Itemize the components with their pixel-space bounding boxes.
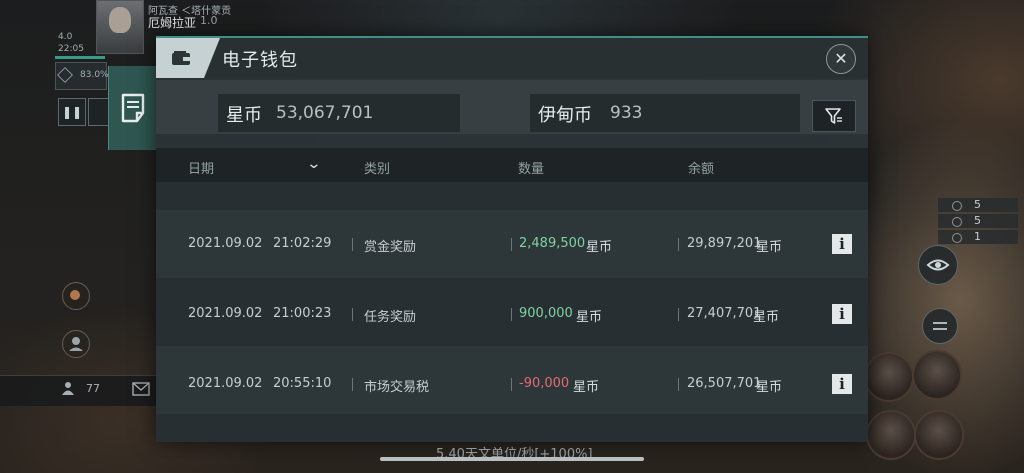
pause-button[interactable]: ❚❚ bbox=[58, 98, 86, 126]
people-icon bbox=[62, 382, 74, 395]
column-balance[interactable]: 余额 bbox=[688, 158, 714, 177]
row-time: 21:00:23 bbox=[273, 306, 332, 321]
separator bbox=[678, 378, 679, 391]
table-row-spacer bbox=[156, 182, 868, 210]
row-date: 2021.09.02 bbox=[188, 236, 263, 251]
camera-button[interactable] bbox=[88, 98, 110, 126]
stat-row: 5 bbox=[938, 214, 1018, 228]
stat-icon bbox=[952, 201, 962, 211]
row-amount-unit: 星币 bbox=[576, 310, 603, 325]
eye-icon bbox=[926, 259, 950, 271]
row-balance: 27,407,701 bbox=[687, 306, 762, 321]
close-button[interactable]: ✕ bbox=[826, 44, 856, 74]
clock: 22:05 bbox=[58, 44, 84, 54]
column-date[interactable]: 日期 bbox=[188, 158, 214, 177]
wallet-log-button[interactable] bbox=[108, 66, 157, 150]
column-amount[interactable]: 数量 bbox=[518, 158, 544, 177]
row-amount: 900,000 bbox=[519, 306, 573, 321]
notes-icon bbox=[121, 93, 145, 123]
plex-value: 933 bbox=[610, 103, 643, 123]
isk-balance: 星币 53,067,701 bbox=[218, 94, 460, 132]
table-row[interactable]: 2021.09.02 20:55:10 市场交易税 -90,000 星币 26,… bbox=[156, 346, 868, 414]
row-balance-unit: 星币 bbox=[753, 310, 780, 325]
stat-value: 1 bbox=[974, 230, 981, 243]
security-status: 1.0 bbox=[200, 14, 218, 27]
row-balance-unit: 星币 bbox=[756, 380, 783, 395]
module-slot[interactable] bbox=[864, 352, 914, 402]
progress-bar bbox=[55, 56, 105, 59]
mail-icon[interactable] bbox=[132, 382, 150, 396]
stat-row: 1 bbox=[938, 230, 1018, 244]
title-bar: 电子钱包 ✕ bbox=[156, 38, 868, 78]
isk-value: 53,067,701 bbox=[276, 103, 374, 123]
people-count: 77 bbox=[86, 382, 100, 395]
stat-icon bbox=[952, 233, 962, 243]
table-row[interactable]: 2021.09.02 21:00:23 任务奖励 900,000 星币 27,4… bbox=[156, 278, 868, 346]
row-category: 市场交易税 bbox=[364, 380, 430, 395]
pilot-button[interactable] bbox=[62, 330, 90, 358]
stat-value: 5 bbox=[974, 198, 981, 211]
separator bbox=[511, 308, 512, 321]
info-icon[interactable]: i bbox=[832, 374, 852, 394]
window-title: 电子钱包 bbox=[222, 50, 298, 71]
row-amount: 2,489,500 bbox=[519, 236, 586, 251]
separator bbox=[352, 308, 353, 321]
separator bbox=[511, 238, 512, 251]
row-amount-unit: 星币 bbox=[573, 380, 600, 395]
stat-value: 5 bbox=[974, 214, 981, 227]
row-category: 任务奖励 bbox=[364, 310, 417, 325]
separator bbox=[511, 378, 512, 391]
row-time: 21:02:29 bbox=[273, 236, 332, 251]
separator bbox=[352, 238, 353, 251]
row-date: 2021.09.02 bbox=[188, 376, 263, 391]
row-balance-unit: 星币 bbox=[756, 240, 783, 255]
separator bbox=[352, 378, 353, 391]
title-tab bbox=[156, 38, 220, 78]
plex-balance: 伊甸币 933 bbox=[530, 94, 800, 132]
module-slot[interactable] bbox=[866, 410, 916, 460]
separator bbox=[678, 308, 679, 321]
row-category: 赏金奖励 bbox=[364, 240, 417, 255]
tag-value: 4.0 bbox=[58, 32, 73, 42]
person-icon bbox=[69, 337, 83, 351]
module-slot[interactable] bbox=[912, 350, 962, 400]
row-balance: 26,507,701 bbox=[687, 376, 762, 391]
table-row[interactable]: 2021.09.02 21:02:29 赏金奖励 2,489,500 星币 29… bbox=[156, 210, 868, 278]
filter-button[interactable] bbox=[812, 100, 856, 132]
stat-row: 5 bbox=[938, 198, 1018, 212]
info-icon[interactable]: i bbox=[832, 304, 852, 324]
stat-icon bbox=[952, 217, 962, 227]
column-category[interactable]: 类别 bbox=[364, 158, 390, 177]
balance-bar: 星币 53,067,701 伊甸币 933 bbox=[156, 80, 868, 134]
pilot-portrait[interactable] bbox=[96, 0, 144, 54]
table-header: 日期 ⌄ 类别 数量 余额 bbox=[156, 148, 868, 182]
wallet-icon bbox=[172, 51, 190, 65]
swap-button[interactable] bbox=[922, 308, 958, 344]
row-balance: 29,897,201 bbox=[687, 236, 762, 251]
chevron-down-icon[interactable]: ⌄ bbox=[306, 156, 321, 172]
cargo-percent: 83.0% bbox=[80, 70, 109, 80]
row-amount-unit: 星币 bbox=[586, 240, 613, 255]
table-row-partial bbox=[156, 414, 868, 442]
overview-button[interactable] bbox=[918, 245, 958, 285]
filter-icon bbox=[825, 108, 842, 124]
plex-label: 伊甸币 bbox=[538, 105, 592, 126]
pilot-name: 厄姆拉亚 bbox=[148, 16, 197, 30]
row-amount: -90,000 bbox=[519, 376, 570, 391]
module-slot[interactable] bbox=[914, 410, 964, 460]
separator bbox=[678, 238, 679, 251]
home-indicator[interactable] bbox=[380, 457, 644, 461]
isk-label: 星币 bbox=[226, 105, 262, 126]
row-date: 2021.09.02 bbox=[188, 306, 263, 321]
wallet-window: 电子钱包 ✕ 星币 53,067,701 伊甸币 933 日期 ⌄ 类别 数量 … bbox=[156, 36, 868, 442]
row-time: 20:55:10 bbox=[273, 376, 332, 391]
close-icon: ✕ bbox=[834, 49, 848, 68]
info-icon[interactable]: i bbox=[832, 234, 852, 254]
swap-icon bbox=[933, 322, 947, 330]
target-button[interactable] bbox=[62, 282, 90, 310]
